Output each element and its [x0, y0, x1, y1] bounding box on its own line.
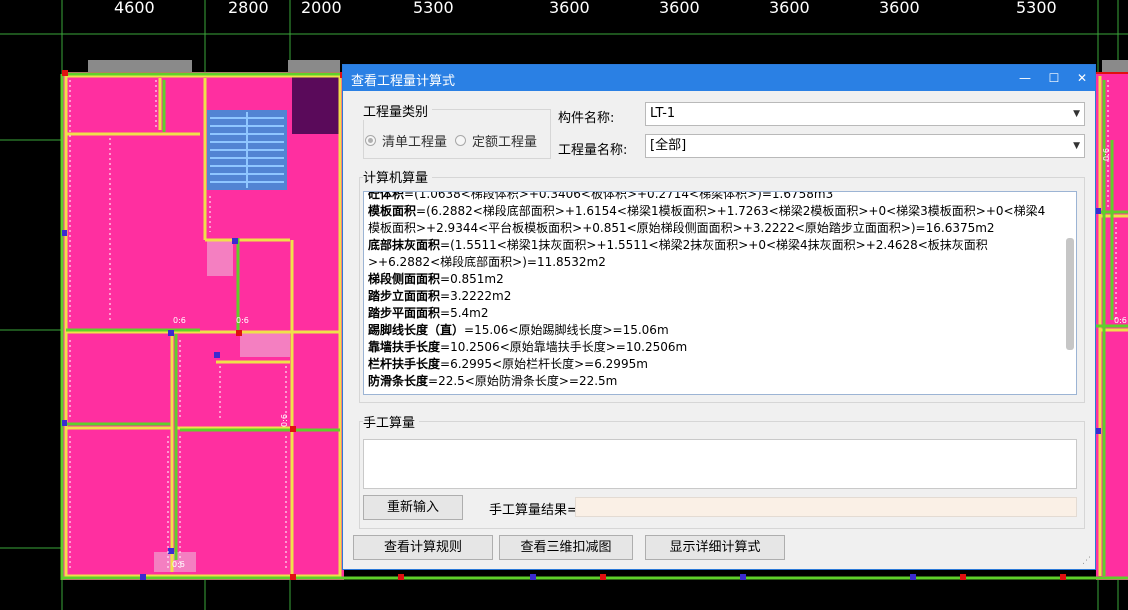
formula-label: 梯段侧面面积: [368, 272, 441, 286]
cad-small-label: 0:6: [236, 316, 249, 325]
formula-text: =6.2995<原始栏杆长度>=6.2995m: [440, 357, 648, 371]
show-detail-formula-button[interactable]: 显示详细计算式: [645, 535, 785, 560]
radio-label: 清单工程量: [382, 135, 448, 150]
manual-result-field[interactable]: [575, 497, 1077, 517]
dim-label: 5300: [413, 0, 454, 17]
formula-text: =15.06<原始踢脚线长度>=15.06m: [464, 323, 669, 337]
minimize-icon[interactable]: —: [1015, 68, 1035, 88]
cad-small-label: 0:6: [1114, 316, 1127, 325]
formula-line: 靠墙扶手长度=10.2506<原始靠墙扶手长度>=10.2506m: [368, 339, 1053, 356]
computed-formula-box[interactable]: 砼体积=(1.0638<梯段体积>+0.3406<板体积>+0.2714<梯梁体…: [363, 191, 1077, 395]
formula-line: 底部抹灰面积=(1.5511<梯梁1抹灰面积>+1.5511<梯梁2抹灰面积>+…: [368, 237, 1053, 271]
cad-small-label: 0:6: [173, 316, 186, 325]
quantity-name-label: 工程量名称:: [558, 143, 628, 158]
view-rules-button[interactable]: 查看计算规则: [353, 535, 493, 560]
cad-small-label: 0:6: [279, 414, 289, 427]
formula-line: 模板面积=(6.2882<梯段底部面积>+1.6154<梯梁1模板面积>+1.7…: [368, 203, 1053, 237]
formula-text: =5.4m2: [440, 306, 489, 320]
formula-label: 靠墙扶手长度: [368, 340, 441, 354]
computed-formula-lines: 砼体积=(1.0638<梯段体积>+0.3406<板体积>+0.2714<梯梁体…: [368, 191, 1053, 390]
formula-label: 栏杆扶手长度: [368, 357, 441, 371]
chevron-down-icon: ▼: [1073, 109, 1080, 119]
maximize-icon[interactable]: ☐: [1044, 68, 1064, 88]
formula-line: 防滑条长度=22.5<原始防滑条长度>=22.5m: [368, 373, 1053, 390]
resize-grip-icon[interactable]: ⋰: [1082, 556, 1091, 566]
dim-label: 3600: [549, 0, 590, 17]
computed-group-title: 计算机算量: [363, 167, 433, 186]
radio-selected-icon: [365, 135, 376, 146]
dim-label: 2000: [301, 0, 342, 17]
formula-text: =10.2506<原始靠墙扶手长度>=10.2506m: [440, 340, 688, 354]
category-group-title: 工程量类别: [363, 101, 433, 120]
component-name-select[interactable]: LT-1 ▼: [645, 102, 1085, 126]
radio-quota-quantity[interactable]: 定额工程量: [455, 131, 537, 150]
formula-line: 踏步立面面积=3.2222m2: [368, 288, 1053, 305]
reenter-button[interactable]: 重新输入: [363, 495, 463, 520]
formula-text: =(1.0638<梯段体积>+0.3406<板体积>+0.2714<梯梁体积>)…: [404, 191, 834, 201]
component-name-label: 构件名称:: [558, 111, 615, 126]
formula-text: =(1.5511<梯梁1抹灰面积>+1.5511<梯梁2抹灰面积>+0<梯梁4抹…: [368, 238, 988, 269]
manual-group-title: 手工算量: [363, 412, 420, 431]
manual-result-label: 手工算量结果=: [489, 503, 578, 518]
formula-label: 模板面积: [368, 204, 417, 218]
radio-label: 定额工程量: [472, 135, 538, 150]
formula-label: 砼体积: [368, 191, 405, 201]
quantity-formula-dialog: 查看工程量计算式 — ☐ ✕ 工程量类别 清单工程量 定额工程量 构件名称: L…: [342, 64, 1096, 570]
dim-label: 5300: [1016, 0, 1057, 17]
radio-bill-quantity[interactable]: 清单工程量: [365, 131, 447, 150]
close-icon[interactable]: ✕: [1072, 68, 1092, 88]
manual-formula-input[interactable]: [363, 439, 1077, 489]
formula-line: 梯段侧面面积=0.851m2: [368, 271, 1053, 288]
dim-label: 2800: [228, 0, 269, 17]
formula-label: 防滑条长度: [368, 374, 429, 388]
formula-text: =3.2222m2: [440, 289, 512, 303]
formula-line: 砼体积=(1.0638<梯段体积>+0.3406<板体积>+0.2714<梯梁体…: [368, 191, 1053, 203]
cad-small-label: 0:6: [1101, 148, 1111, 161]
cad-small-label: 0:6: [172, 560, 185, 569]
formula-label: 踏步立面面积: [368, 289, 441, 303]
view-3d-deduction-button[interactable]: 查看三维扣减图: [499, 535, 633, 560]
formula-text: =22.5<原始防滑条长度>=22.5m: [428, 374, 618, 388]
dialog-title: 查看工程量计算式: [351, 74, 456, 89]
formula-line: 踏步平面面积=5.4m2: [368, 305, 1053, 322]
component-name-value: LT-1: [650, 106, 676, 121]
vertical-scrollbar[interactable]: [1066, 238, 1074, 350]
formula-text: =0.851m2: [440, 272, 504, 286]
quantity-name-value: [全部]: [650, 138, 687, 153]
formula-text: =(6.2882<梯段底部面积>+1.6154<梯梁1模板面积>+1.7263<…: [368, 204, 1046, 235]
dim-label: 3600: [659, 0, 700, 17]
dim-label: 3600: [879, 0, 920, 17]
quantity-name-select[interactable]: [全部] ▼: [645, 134, 1085, 158]
formula-label: 踢脚线长度（直）: [368, 323, 465, 337]
dialog-titlebar[interactable]: 查看工程量计算式 — ☐ ✕: [343, 65, 1095, 91]
dim-label: 3600: [769, 0, 810, 17]
radio-unselected-icon: [455, 135, 466, 146]
dim-label: 4600: [114, 0, 155, 17]
formula-label: 底部抹灰面积: [368, 238, 441, 252]
formula-label: 踏步平面面积: [368, 306, 441, 320]
formula-line: 栏杆扶手长度=6.2995<原始栏杆长度>=6.2995m: [368, 356, 1053, 373]
chevron-down-icon: ▼: [1073, 141, 1080, 151]
formula-line: 踢脚线长度（直）=15.06<原始踢脚线长度>=15.06m: [368, 322, 1053, 339]
